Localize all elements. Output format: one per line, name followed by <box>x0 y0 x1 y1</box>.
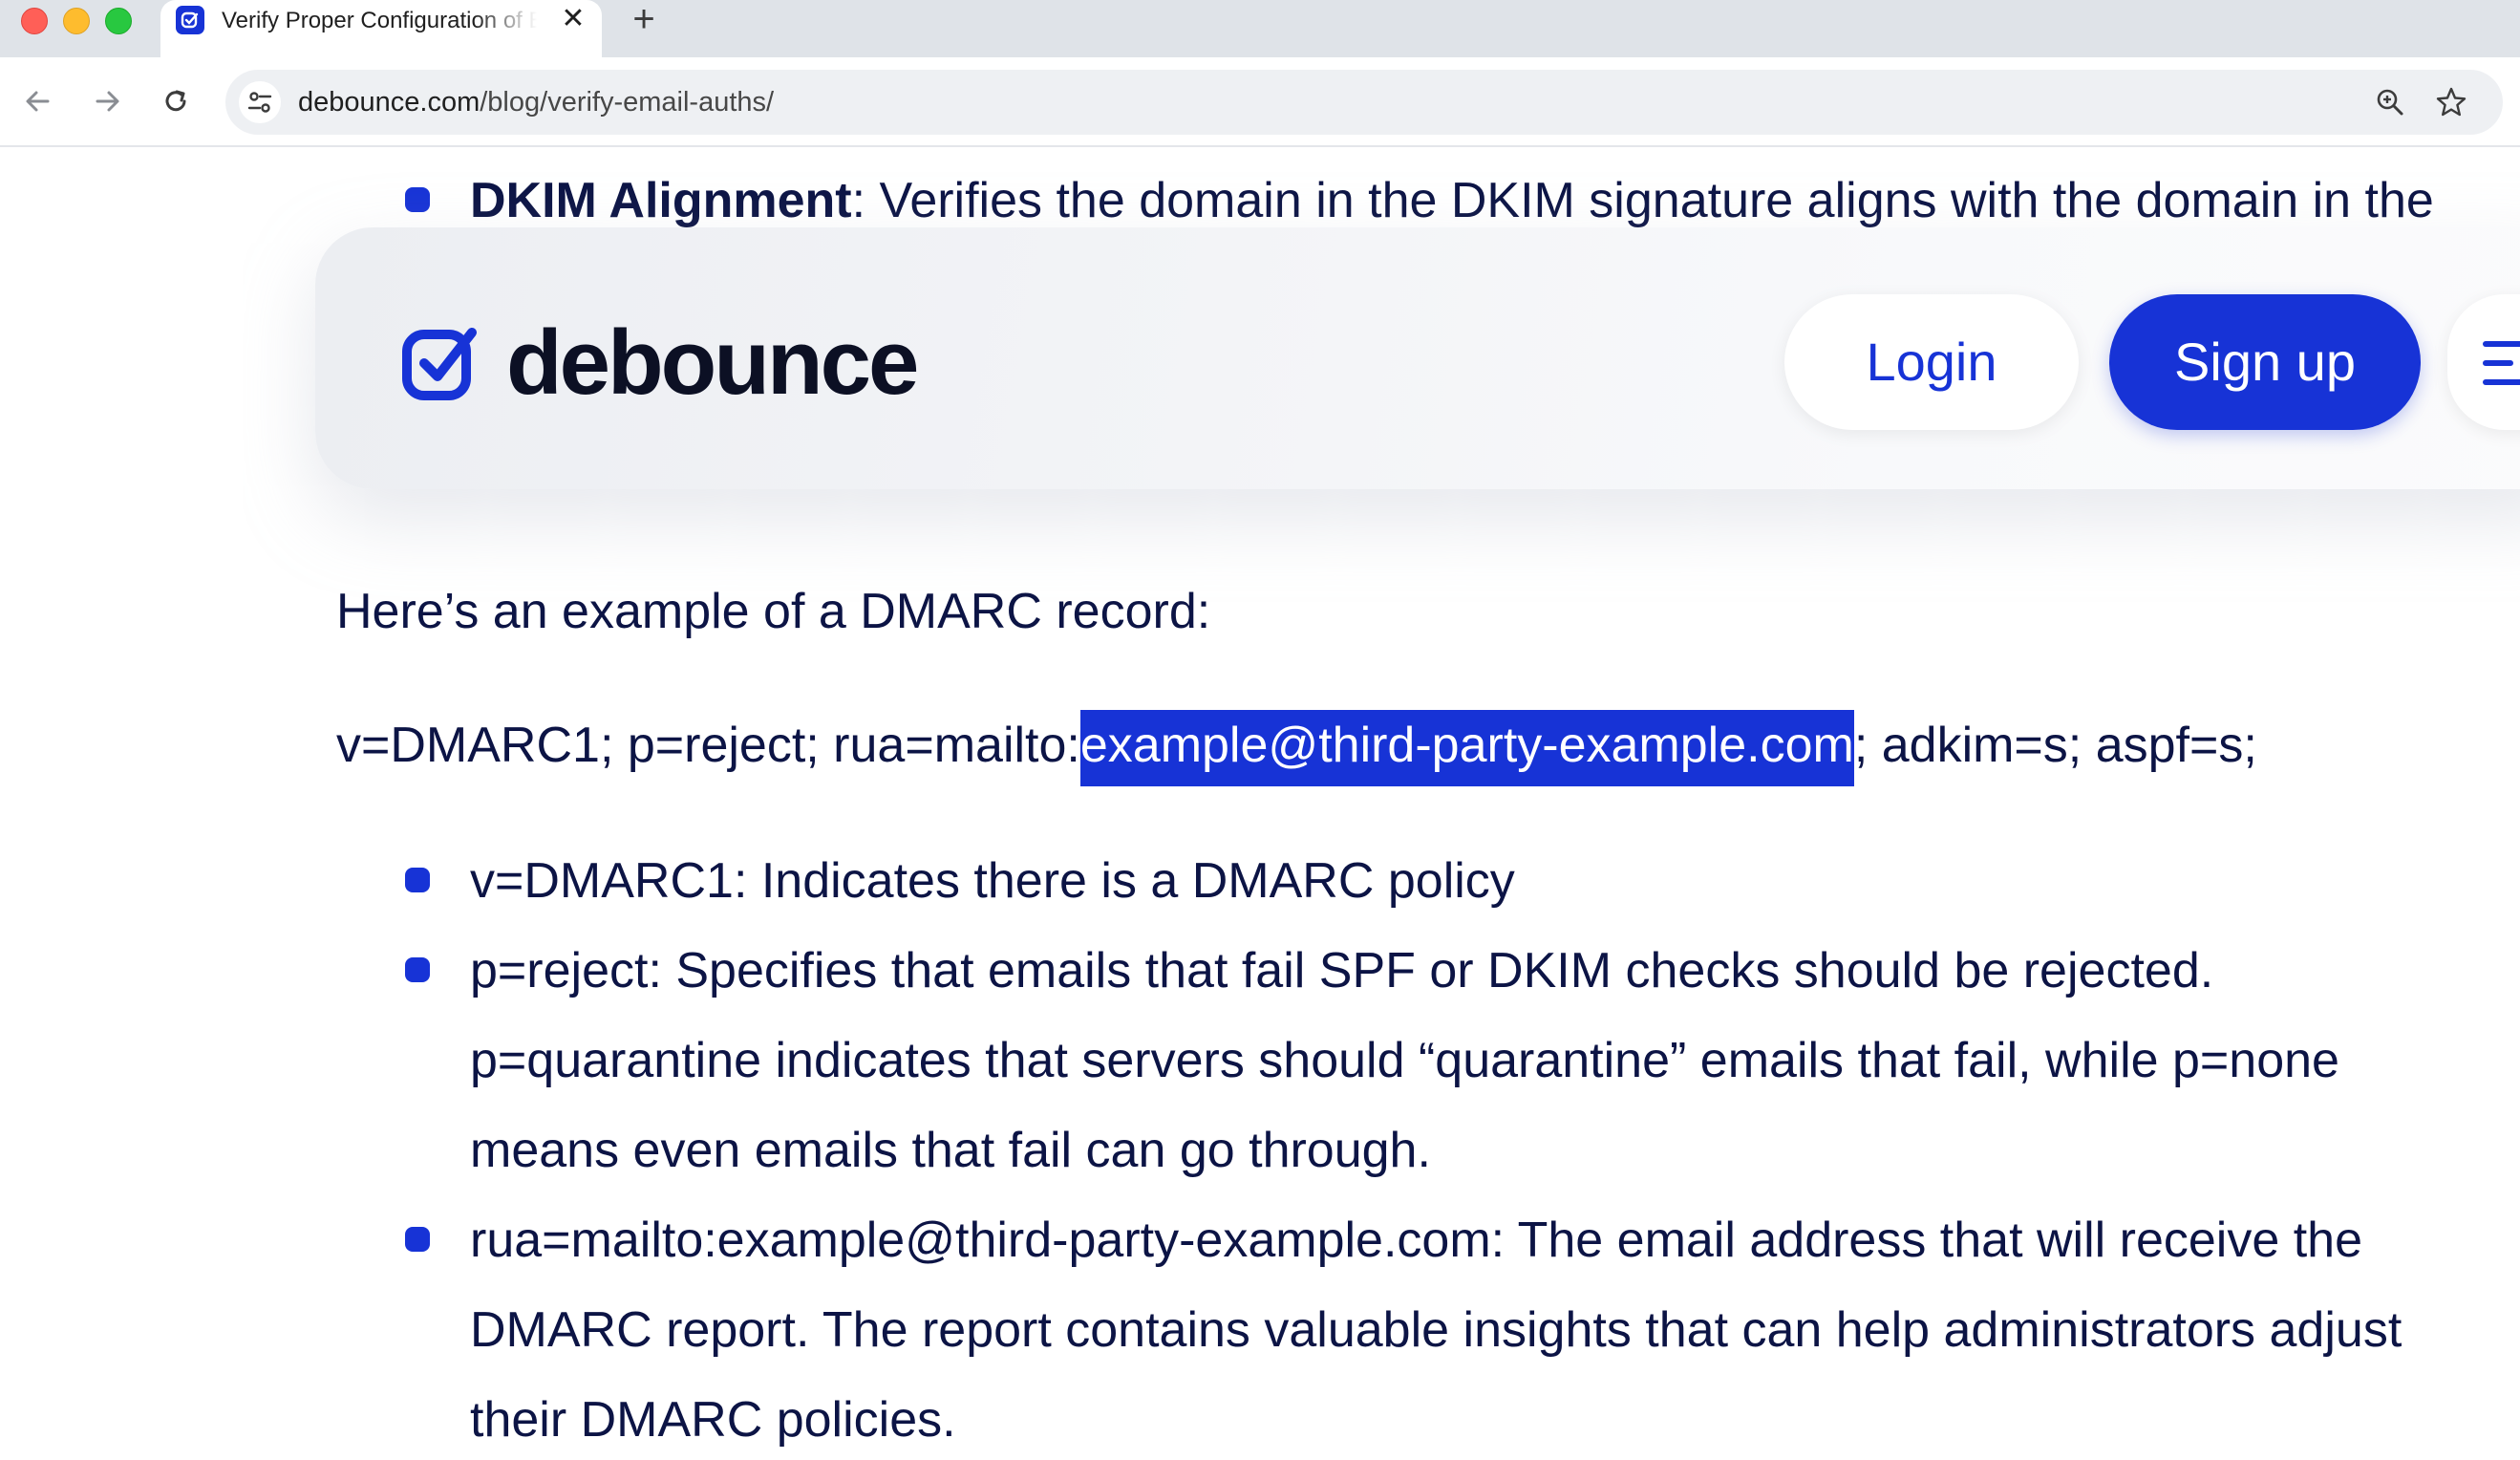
list-item-line: p=quarantine indicates that servers shou… <box>470 1033 2339 1088</box>
list-item-line: v=DMARC1: Indicates there is a DMARC pol… <box>470 853 1515 909</box>
bookmark-star-icon[interactable] <box>2434 85 2468 119</box>
bullet-marker <box>405 187 430 212</box>
forward-arrow-icon[interactable] <box>86 80 128 122</box>
list-item-line: means even emails that fail can go throu… <box>470 1123 1431 1178</box>
bullet-text: : Verifies the domain in the DKIM signat… <box>851 173 2434 228</box>
dmarc-intro: Here’s an example of a DMARC record: <box>336 584 1211 639</box>
tab-title: Verify Proper Configuration of Email Aut… <box>222 8 537 33</box>
tab-close-icon[interactable]: ✕ <box>556 2 590 36</box>
dmarc-record-example: v=DMARC1; p=reject; rua=mailto:example@t… <box>336 710 2257 786</box>
minimize-window-button[interactable] <box>63 8 90 34</box>
page-content: DKIM Alignment: Verifies the domain in t… <box>0 147 2520 1460</box>
bullet-marker <box>405 957 430 982</box>
record-suffix: ; adkim=s; aspf=s; <box>1853 718 2257 773</box>
hamburger-icon <box>2483 341 2520 385</box>
tab-strip: Verify Proper Configuration of Email Aut… <box>0 0 2520 59</box>
logo-wordmark[interactable]: debounce <box>506 317 919 409</box>
maximize-window-button[interactable] <box>105 8 132 34</box>
site-settings-icon[interactable] <box>239 81 281 123</box>
reload-icon[interactable] <box>155 80 197 122</box>
active-tab[interactable]: Verify Proper Configuration of Email Aut… <box>160 0 602 59</box>
list-item-line: p=reject: Specifies that emails that fai… <box>470 943 2214 998</box>
new-tab-button[interactable]: + <box>623 0 665 42</box>
bullet-marker <box>405 868 430 892</box>
list-item-line: their DMARC policies. <box>470 1392 956 1448</box>
zoom-icon[interactable] <box>2373 85 2407 119</box>
record-prefix: v=DMARC1; p=reject; rua=mailto: <box>336 718 1080 773</box>
back-arrow-icon[interactable] <box>17 80 59 122</box>
address-bar[interactable]: debounce.com/blog/verify-email-auths/ <box>225 70 2503 135</box>
selected-email-text[interactable]: example@third-party-example.com <box>1079 710 1854 786</box>
browser-toolbar: debounce.com/blog/verify-email-auths/ <box>0 57 2520 147</box>
article-line-dkim-alignment: DKIM Alignment: Verifies the domain in t… <box>470 170 2434 231</box>
close-window-button[interactable] <box>21 8 48 34</box>
bullet-bold-term: DKIM Alignment <box>470 173 852 228</box>
debounce-logo-icon[interactable] <box>401 323 481 403</box>
list-item-line: rua=mailto:example@third-party-example.c… <box>470 1213 2363 1268</box>
login-button[interactable]: Login <box>1784 294 2079 430</box>
debounce-favicon-icon <box>176 6 204 34</box>
url-path: /blog/verify-email-auths/ <box>480 87 775 118</box>
url-text[interactable]: debounce.com/blog/verify-email-auths/ <box>298 70 774 135</box>
signup-button[interactable]: Sign up <box>2109 294 2421 430</box>
bullet-marker <box>405 1227 430 1252</box>
url-host: debounce.com <box>298 87 481 118</box>
list-item-line: DMARC report. The report contains valuab… <box>470 1302 2403 1358</box>
